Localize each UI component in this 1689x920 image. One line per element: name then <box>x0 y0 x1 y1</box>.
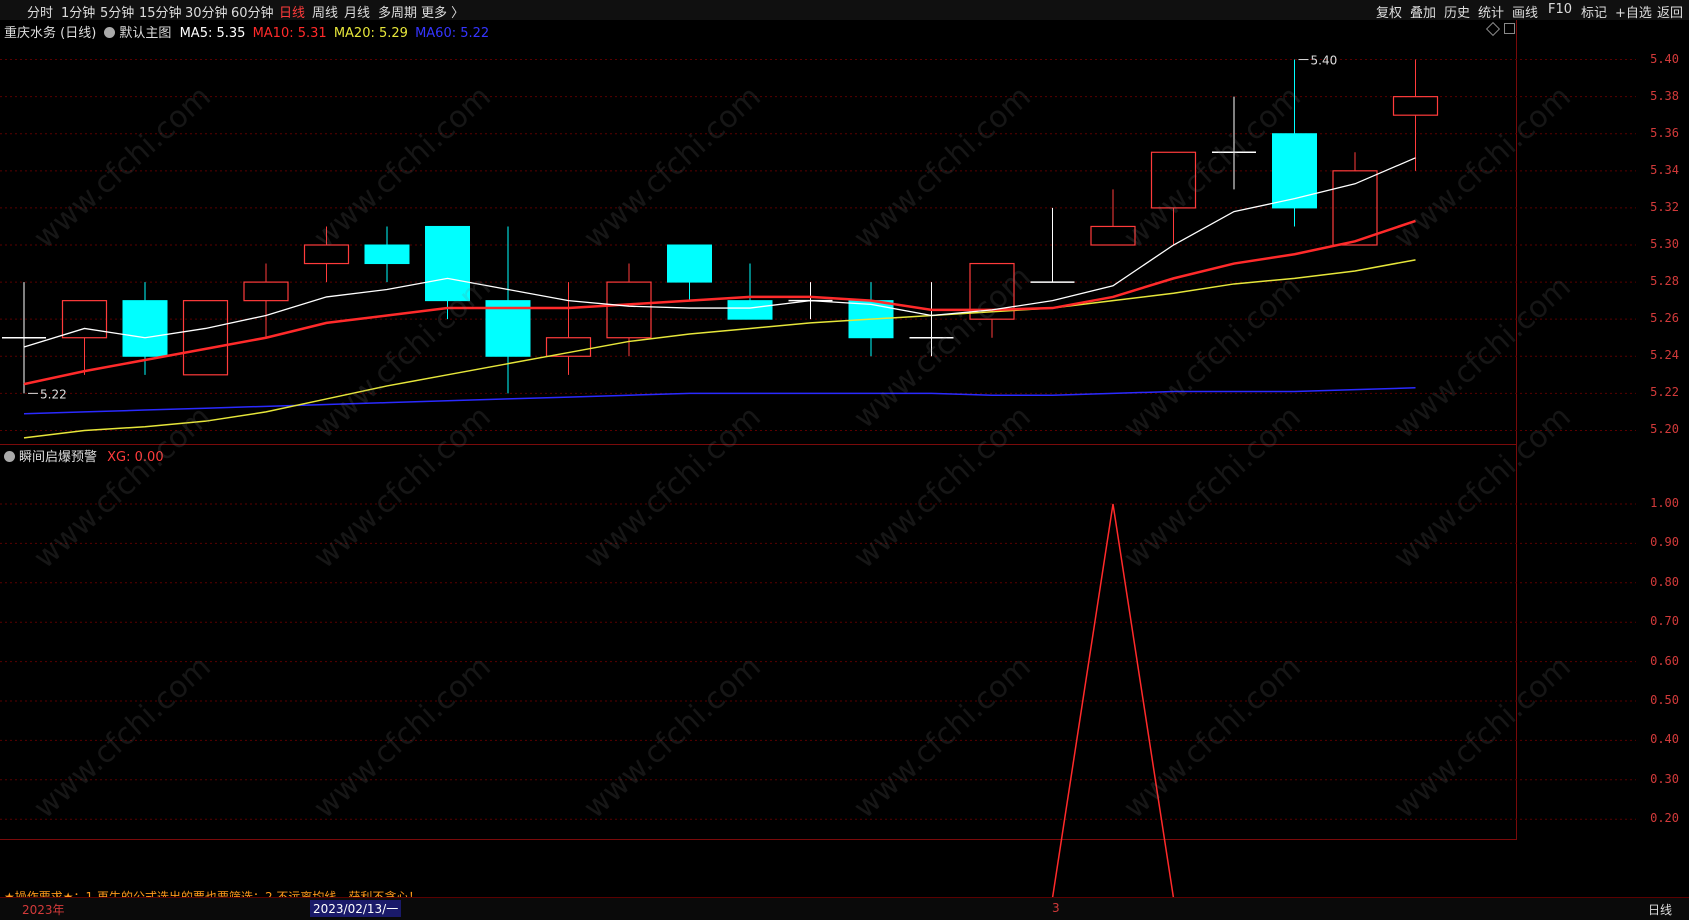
y-tick-label: 5.32 <box>1650 199 1679 214</box>
period-toolbar: 分时 1分钟 5分钟 15分钟 30分钟 60分钟 日线 周线 月线 多周期 更多 〉 复权 叠加 历史… <box>0 0 1689 21</box>
sub-y-tick-label: 0.20 <box>1650 811 1679 826</box>
main-chart-pane <box>0 20 1517 445</box>
period-tab-0[interactable]: 分时 <box>27 2 53 21</box>
cursor-date-label: 2023/02/13/一 <box>310 900 402 917</box>
settings-icon[interactable] <box>104 27 116 38</box>
tool-button-0[interactable]: 复权 <box>1376 2 1402 21</box>
tool-button-2[interactable]: 历史 <box>1444 2 1470 21</box>
period-tab-9[interactable]: 多周期 <box>378 2 417 21</box>
y-tick-label: 5.36 <box>1650 125 1679 140</box>
sub-y-tick-label: 0.90 <box>1650 535 1679 550</box>
period-tab-4[interactable]: 30分钟 <box>185 2 228 21</box>
sub-y-tick-label: 0.40 <box>1650 732 1679 747</box>
period-tab-7[interactable]: 周线 <box>312 2 338 21</box>
period-tab-2[interactable]: 5分钟 <box>100 2 134 21</box>
tool-button-8[interactable]: 返回 <box>1657 2 1683 21</box>
pane-max-icon[interactable] <box>1504 23 1515 34</box>
sub-y-tick-label: 0.60 <box>1650 653 1679 668</box>
period-tab-1[interactable]: 1分钟 <box>61 2 95 21</box>
tool-button-3[interactable]: 统计 <box>1478 2 1504 21</box>
ma5-value: MA5: 5.35 <box>179 26 246 41</box>
sub-y-tick-label: 0.50 <box>1650 693 1679 707</box>
y-tick-label: 5.30 <box>1650 237 1679 251</box>
collapse-icon[interactable] <box>4 451 15 462</box>
indicator-name[interactable]: 瞬间启爆预警 <box>19 450 97 465</box>
main-legend: 重庆水务 (日线) 默认主图 MA5: 5.35 MA10: 5.31 MA20… <box>4 22 489 41</box>
tool-button-4[interactable]: 画线 <box>1512 2 1538 21</box>
sub-y-tick-label: 1.00 <box>1650 496 1679 510</box>
period-tab-8[interactable]: 月线 <box>344 2 370 21</box>
ma20-value: MA20: 5.29 <box>333 26 408 41</box>
y-tick-label: 5.28 <box>1650 274 1679 289</box>
tool-button-1[interactable]: 叠加 <box>1410 2 1436 21</box>
tool-button-7[interactable]: +自选 <box>1615 2 1652 21</box>
stock-name[interactable]: 重庆水务 (日线) <box>4 26 96 41</box>
y-tick-label: 5.20 <box>1650 422 1679 437</box>
month-label: 3 <box>1052 901 1060 915</box>
y-tick-label: 5.24 <box>1650 348 1679 363</box>
ma60-value: MA60: 5.22 <box>415 26 490 41</box>
y-tick-label: 5.22 <box>1650 385 1679 400</box>
year-label: 2023年 <box>22 903 65 917</box>
main-indicator-label[interactable]: 默认主图 <box>119 26 171 41</box>
sub-y-tick-label: 0.80 <box>1650 574 1679 589</box>
tool-button-5[interactable]: F10 <box>1548 2 1572 17</box>
period-tab-6[interactable]: 日线 <box>279 2 305 21</box>
sub-chart-pane <box>0 444 1517 840</box>
sub-y-tick-label: 0.30 <box>1650 771 1679 786</box>
period-tab-5[interactable]: 60分钟 <box>231 2 274 21</box>
tool-button-6[interactable]: 标记 <box>1581 2 1607 21</box>
y-tick-label: 5.38 <box>1650 88 1679 103</box>
sub-y-tick-label: 0.70 <box>1650 614 1679 629</box>
date-axis-bar: 2023年 2023/02/13/一 3 日线 <box>0 897 1689 920</box>
y-tick-label: 5.40 <box>1650 51 1679 66</box>
y-tick-label: 5.26 <box>1650 311 1679 326</box>
y-tick-label: 5.34 <box>1650 162 1679 177</box>
period-tab-10[interactable]: 更多 〉 <box>421 2 464 21</box>
ma10-value: MA10: 5.31 <box>252 26 327 41</box>
period-label[interactable]: 日线 <box>1648 901 1672 918</box>
period-tab-3[interactable]: 15分钟 <box>139 2 182 21</box>
